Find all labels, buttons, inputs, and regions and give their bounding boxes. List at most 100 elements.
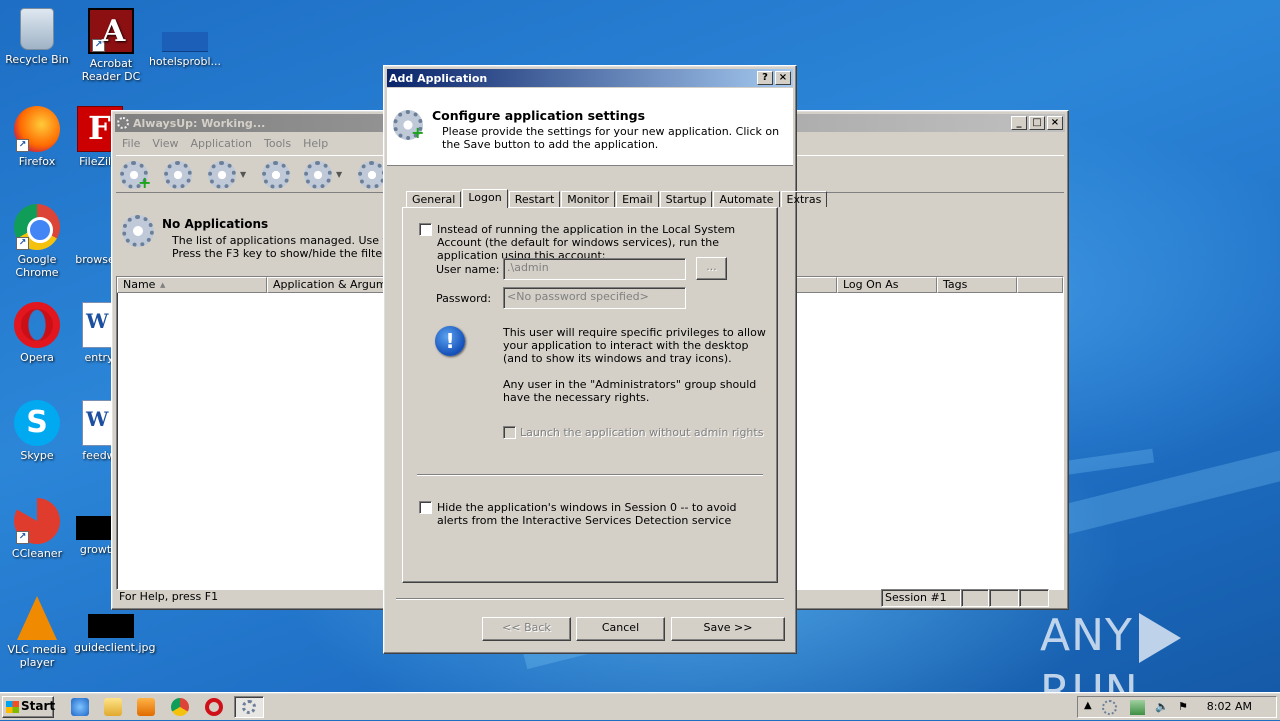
status-pane [961,589,989,607]
menu-help[interactable]: Help [297,135,334,153]
network-icon[interactable] [1130,700,1145,715]
minimize-button[interactable]: _ [1011,116,1027,130]
skype-icon: S [14,400,60,446]
column-name[interactable]: Name ▲ [117,277,267,293]
opera-taskbar-icon[interactable] [205,698,223,716]
dialog-header: + Configure application settings Please … [387,88,793,166]
explorer-icon[interactable] [104,698,122,716]
desktop-icon-acrobat[interactable]: ↗ Acrobat Reader DC [74,8,148,83]
gear-icon [242,700,256,714]
alwaysup-tray-icon[interactable] [1102,700,1117,715]
maximize-button[interactable]: □ [1029,116,1045,130]
info-text: The list of applications managed. Use th… [172,234,416,260]
clock[interactable]: 8:02 AM [1207,700,1252,713]
menu-tools[interactable]: Tools [258,135,297,153]
menu-view[interactable]: View [146,135,184,153]
dropdown-arrow-icon: ▼ [240,170,247,179]
run-as-account-checkbox[interactable] [419,223,432,236]
show-hidden-icons-icon[interactable]: ▲ [1084,700,1099,715]
app-gear-icon [117,117,129,129]
browse-user-button[interactable]: ... [696,257,727,280]
edit-application-button[interactable] [162,158,196,192]
opera-icon [14,302,60,348]
tab-restart[interactable]: Restart [508,191,561,207]
status-pane [989,589,1019,607]
firefox-icon: ↗ [14,106,60,152]
info-icon: ! [435,326,465,356]
dialog-titlebar[interactable]: Add Application ? × [387,69,793,87]
save-button[interactable]: Save >> [671,617,785,641]
add-application-button[interactable]: + [118,158,152,192]
resize-grip-icon[interactable] [1049,589,1064,607]
password-field[interactable]: <No password specified> [503,287,686,309]
menu-file[interactable]: File [116,135,146,153]
tab-email[interactable]: Email [616,191,659,207]
close-button[interactable]: × [1047,116,1063,130]
dialog-close-button[interactable]: × [775,71,791,85]
username-field[interactable]: .\admin [503,258,686,280]
sort-ascending-icon: ▲ [160,281,166,289]
password-label: Password: [436,292,492,305]
recycle-bin-icon [20,8,54,50]
hide-session0-label: Hide the application's windows in Sessio… [437,501,737,527]
play-logo-icon [1137,610,1185,666]
column-logon[interactable]: Log On As [837,277,937,293]
tab-strip: General Logon Restart Monitor Email Star… [406,189,828,208]
column-tags[interactable]: Tags [937,277,1017,293]
dialog-title: Add Application [389,71,488,85]
gear-icon [122,215,154,247]
ccleaner-icon: ↗ [14,498,60,544]
launch-without-admin-label: Launch the application without admin rig… [520,426,764,439]
separator [417,474,763,476]
administrators-info-text: Any user in the "Administrators" group s… [503,378,757,404]
back-button[interactable]: << Back [482,617,571,641]
system-tray: ▲ 🔈 ⚑ 8:02 AM [1077,696,1277,718]
status-pane [1019,589,1049,607]
acrobat-icon: ↗ [88,8,134,54]
column-filler [1017,277,1063,293]
desktop-icon-hotelsproblem[interactable]: hotelsprobl... [148,8,222,68]
gear-icon [164,161,192,189]
start-application-button[interactable]: ▼ [206,158,250,192]
taskbar: Start ▲ 🔈 ⚑ 8:02 AM [0,692,1280,720]
tab-startup[interactable]: Startup [659,191,713,207]
username-label: User name: [436,263,500,276]
chrome-taskbar-icon[interactable] [171,698,189,716]
stop-application-button[interactable] [260,158,294,192]
restart-application-button[interactable]: ▼ [302,158,346,192]
desktop-icon-vlc[interactable]: VLC media player [0,596,74,669]
cancel-button[interactable]: Cancel [576,617,665,641]
alwaysup-taskbar-button[interactable] [234,696,264,718]
add-application-dialog: Add Application ? × + Configure applicat… [383,65,828,654]
vlc-icon [17,596,57,640]
tab-monitor[interactable]: Monitor [561,191,616,207]
separator [396,598,784,600]
tab-extras[interactable]: Extras [780,191,828,207]
gear-icon [358,161,386,189]
windows-logo-icon [6,701,19,713]
start-button[interactable]: Start [2,696,55,718]
image-file-icon [88,614,134,638]
desktop-icon-recycle-bin[interactable]: Recycle Bin [0,8,74,66]
tab-automate[interactable]: Automate [713,191,780,207]
tab-general[interactable]: General [406,191,462,207]
flag-icon[interactable]: ⚑ [1178,700,1193,715]
privileges-info-text: This user will require specific privileg… [503,326,766,365]
gear-icon [208,161,236,189]
hide-session0-checkbox[interactable] [419,501,432,514]
logon-tab-panel: Instead of running the application in th… [402,207,778,583]
ie-icon[interactable] [71,698,89,716]
plus-icon: + [138,173,152,192]
dialog-header-subtitle: Please provide the settings for your new… [442,125,780,151]
dialog-header-title: Configure application settings [432,108,646,123]
volume-icon[interactable]: 🔈 [1155,700,1170,715]
file-icon [162,32,208,52]
launch-without-admin-checkbox[interactable] [503,426,516,439]
help-button[interactable]: ? [757,71,773,85]
plus-icon: + [411,123,425,142]
tab-logon[interactable]: Logon [462,189,508,208]
media-player-icon[interactable] [137,698,155,716]
menu-application[interactable]: Application [185,135,258,153]
chrome-icon: ↗ [14,204,60,250]
gear-icon [304,161,332,189]
